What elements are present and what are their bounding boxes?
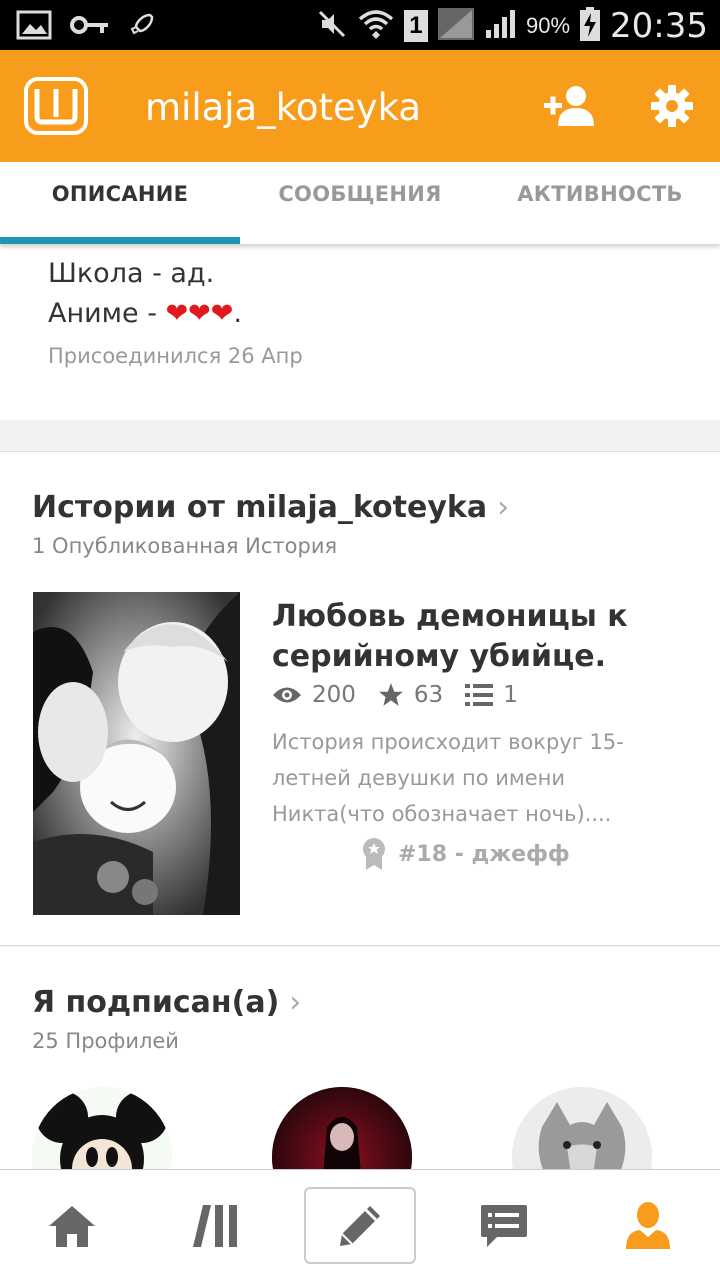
about-section: Школа - ад. Аниме - ❤❤❤. Присоединился 2… — [0, 244, 720, 420]
nav-profile[interactable] — [600, 1170, 696, 1280]
home-icon — [49, 1205, 95, 1247]
signal-icon — [437, 7, 474, 45]
about-line: Школа - ад. — [48, 258, 215, 289]
parts-stat: 1 — [465, 682, 518, 708]
settings-gear-icon[interactable] — [650, 84, 694, 133]
rocket-icon — [128, 11, 156, 44]
hearts-emoji: ❤❤❤ — [165, 298, 234, 329]
story-stats: 200 63 1 — [272, 682, 540, 708]
battery-charging-icon — [580, 6, 601, 46]
status-bar: 1 90% 20:35 — [0, 0, 720, 50]
library-icon — [193, 1204, 237, 1247]
tab-messages[interactable]: СООБЩЕНИЯ — [240, 162, 480, 244]
about-text: . — [233, 298, 243, 329]
stories-header[interactable]: Истории от milaja_koteyka › — [32, 490, 509, 525]
reads-count: 200 — [312, 682, 356, 708]
wifi-icon — [358, 7, 394, 46]
story-cover-image[interactable] — [33, 592, 240, 915]
image-icon — [16, 10, 52, 45]
nav-write[interactable] — [304, 1187, 416, 1264]
tab-activity[interactable]: АКТИВНОСТЬ — [480, 162, 720, 244]
stories-title: Истории от milaja_koteyka — [32, 490, 488, 525]
eye-icon — [273, 687, 301, 703]
following-avatar[interactable] — [512, 1087, 652, 1169]
write-pencil-icon — [340, 1205, 380, 1246]
chevron-right-icon: › — [497, 490, 510, 525]
joined-date: Присоединился 26 Апр — [48, 344, 303, 368]
votes-count: 63 — [413, 682, 444, 708]
following-avatar[interactable] — [32, 1087, 172, 1169]
profile-username: milaja_koteyka — [145, 86, 422, 129]
tab-description[interactable]: ОПИСАНИЕ — [0, 162, 240, 244]
parts-count: 1 — [503, 682, 518, 708]
list-icon — [465, 684, 494, 706]
app-bar: milaja_koteyka — [0, 50, 720, 162]
about-text: Аниме - — [48, 298, 166, 329]
star-icon — [378, 683, 403, 706]
nav-home[interactable] — [24, 1170, 120, 1280]
clock: 20:35 — [610, 6, 708, 46]
reads-stat: 200 — [272, 682, 356, 708]
sim-icon: 1 — [403, 10, 428, 42]
following-title: Я подписан(а) — [32, 985, 280, 1020]
nav-messages[interactable] — [456, 1170, 552, 1280]
following-avatar[interactable] — [272, 1087, 412, 1169]
following-header[interactable]: Я подписан(а) › — [32, 985, 301, 1020]
stories-section: Истории от milaja_koteyka › 1 Опубликован… — [0, 451, 720, 946]
stories-count: 1 Опубликованная История — [32, 534, 338, 558]
bottom-navigation — [0, 1169, 720, 1280]
following-section: Я подписан(а) › 25 Профилей — [0, 947, 720, 1169]
chevron-right-icon: › — [289, 985, 302, 1020]
rank-text: #18 - джефф — [398, 841, 570, 867]
mute-icon — [316, 8, 348, 45]
nav-library[interactable] — [168, 1170, 264, 1280]
signal-icon — [484, 8, 516, 45]
votes-stat: 63 — [378, 682, 443, 708]
battery-percent: 90% — [525, 13, 571, 38]
add-user-icon[interactable] — [544, 84, 600, 133]
profile-tabs: ОПИСАНИЕ СООБЩЕНИЯ АКТИВНОСТЬ — [0, 162, 720, 244]
ribbon-badge-icon — [363, 838, 385, 870]
profile-icon — [626, 1201, 670, 1249]
story-rank[interactable]: #18 - джефф — [360, 837, 570, 871]
key-icon — [70, 13, 110, 42]
following-count: 25 Профилей — [32, 1029, 179, 1053]
messages-icon — [481, 1204, 527, 1247]
about-line: Аниме - ❤❤❤. — [48, 298, 242, 329]
story-description: История происходит вокруг 15-летней деву… — [272, 730, 624, 826]
wattpad-logo-icon[interactable] — [24, 77, 88, 135]
story-title[interactable]: Любовь демоницы к серийному убийце. — [272, 597, 692, 677]
